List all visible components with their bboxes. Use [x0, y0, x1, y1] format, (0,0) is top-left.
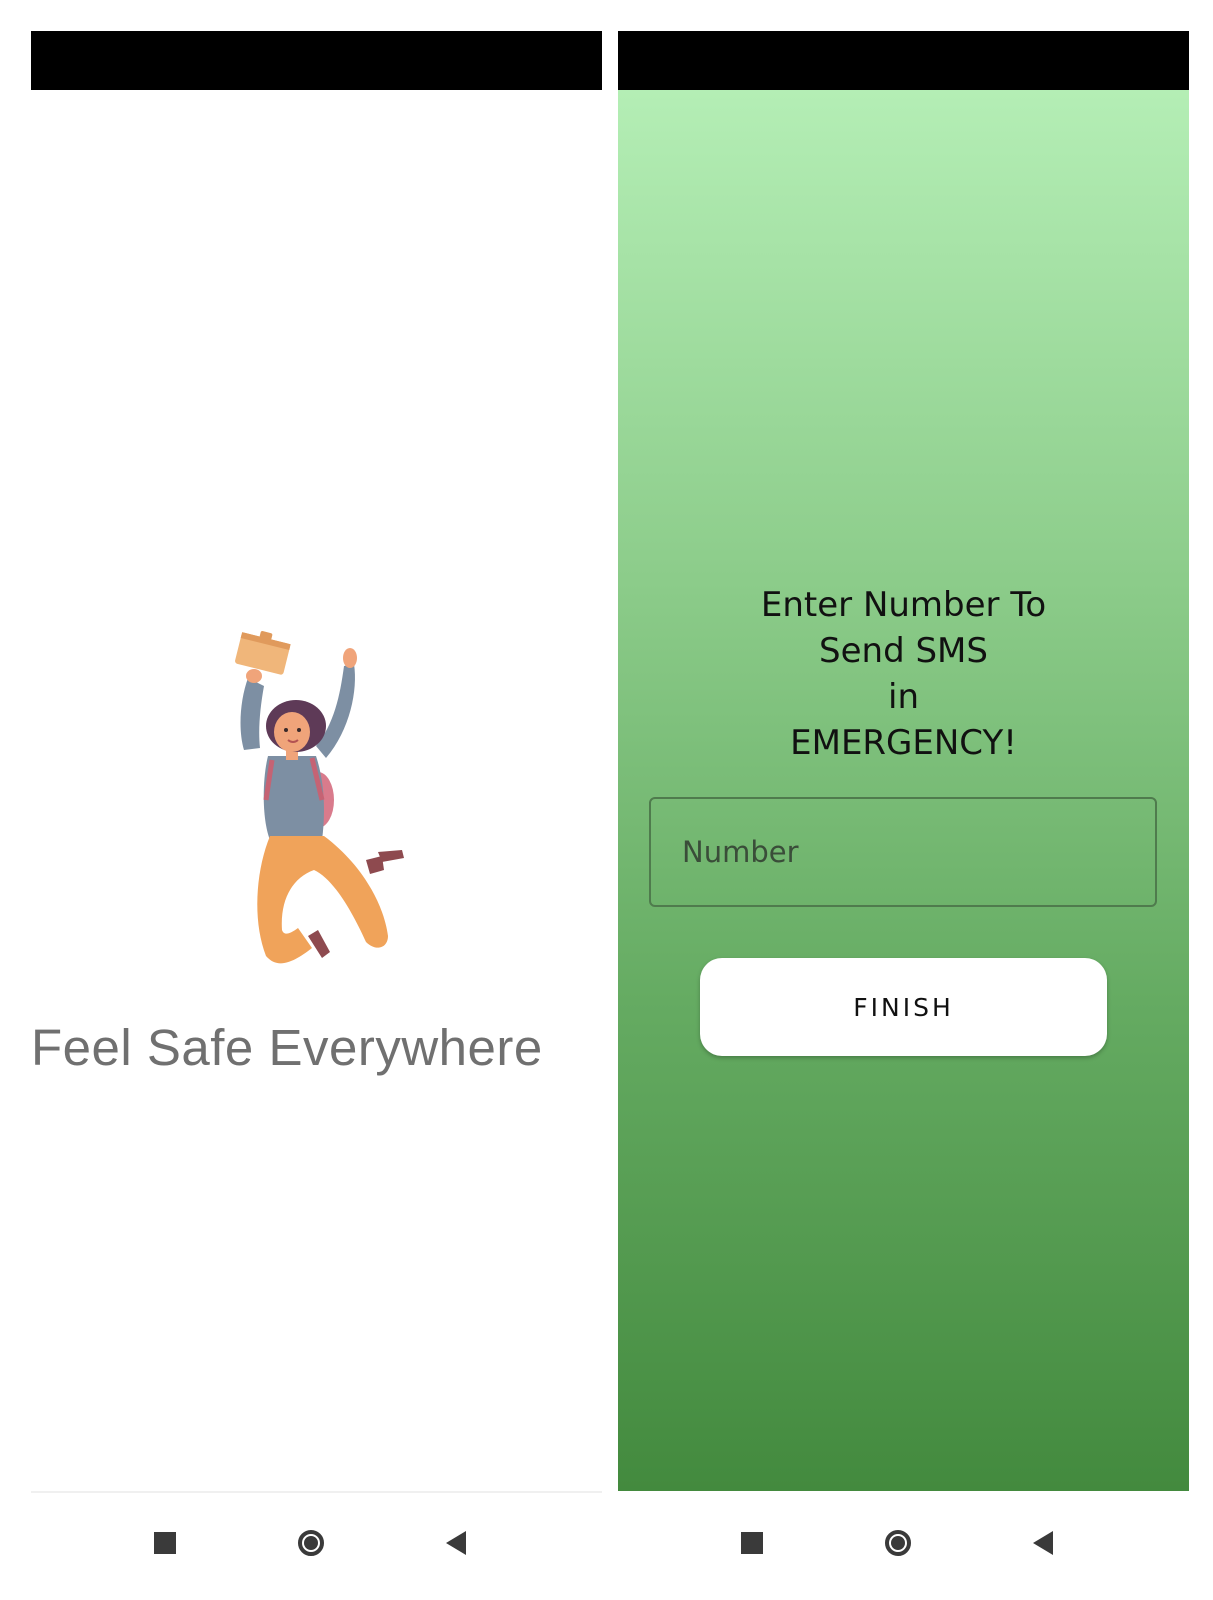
recent-apps-button[interactable] [143, 1521, 187, 1565]
emergency-prompt: Enter Number To Send SMS in EMERGENCY! [618, 582, 1189, 766]
tagline: Feel Safe Everywhere [31, 1019, 543, 1076]
prompt-line: Send SMS [819, 631, 988, 671]
prompt-line: in [888, 677, 919, 717]
status-bar [31, 31, 602, 90]
home-button[interactable] [289, 1521, 333, 1565]
back-button[interactable] [434, 1521, 478, 1565]
splash-content: Feel Safe Everywhere [31, 90, 602, 1491]
triangle-back-icon [1033, 1531, 1053, 1555]
jumping-girl-illustration [235, 631, 404, 964]
number-input[interactable] [649, 797, 1157, 907]
triangle-back-icon [446, 1531, 466, 1555]
back-button[interactable] [1021, 1521, 1065, 1565]
splash-screen: Feel Safe Everywhere [31, 31, 602, 1600]
prompt-line: EMERGENCY! [790, 723, 1017, 763]
navigation-bar [618, 1493, 1189, 1600]
square-icon [741, 1532, 763, 1554]
circle-home-icon [885, 1530, 911, 1556]
circle-home-icon [298, 1530, 324, 1556]
finish-button[interactable]: FINISH [700, 958, 1107, 1056]
prompt-line: Enter Number To [760, 585, 1047, 625]
emergency-content: Enter Number To Send SMS in EMERGENCY! F… [618, 90, 1189, 1491]
square-icon [154, 1532, 176, 1554]
emergency-number-screen: Enter Number To Send SMS in EMERGENCY! F… [618, 31, 1189, 1600]
navigation-bar [31, 1493, 602, 1600]
status-bar [618, 31, 1189, 90]
recent-apps-button[interactable] [730, 1521, 774, 1565]
home-button[interactable] [876, 1521, 920, 1565]
